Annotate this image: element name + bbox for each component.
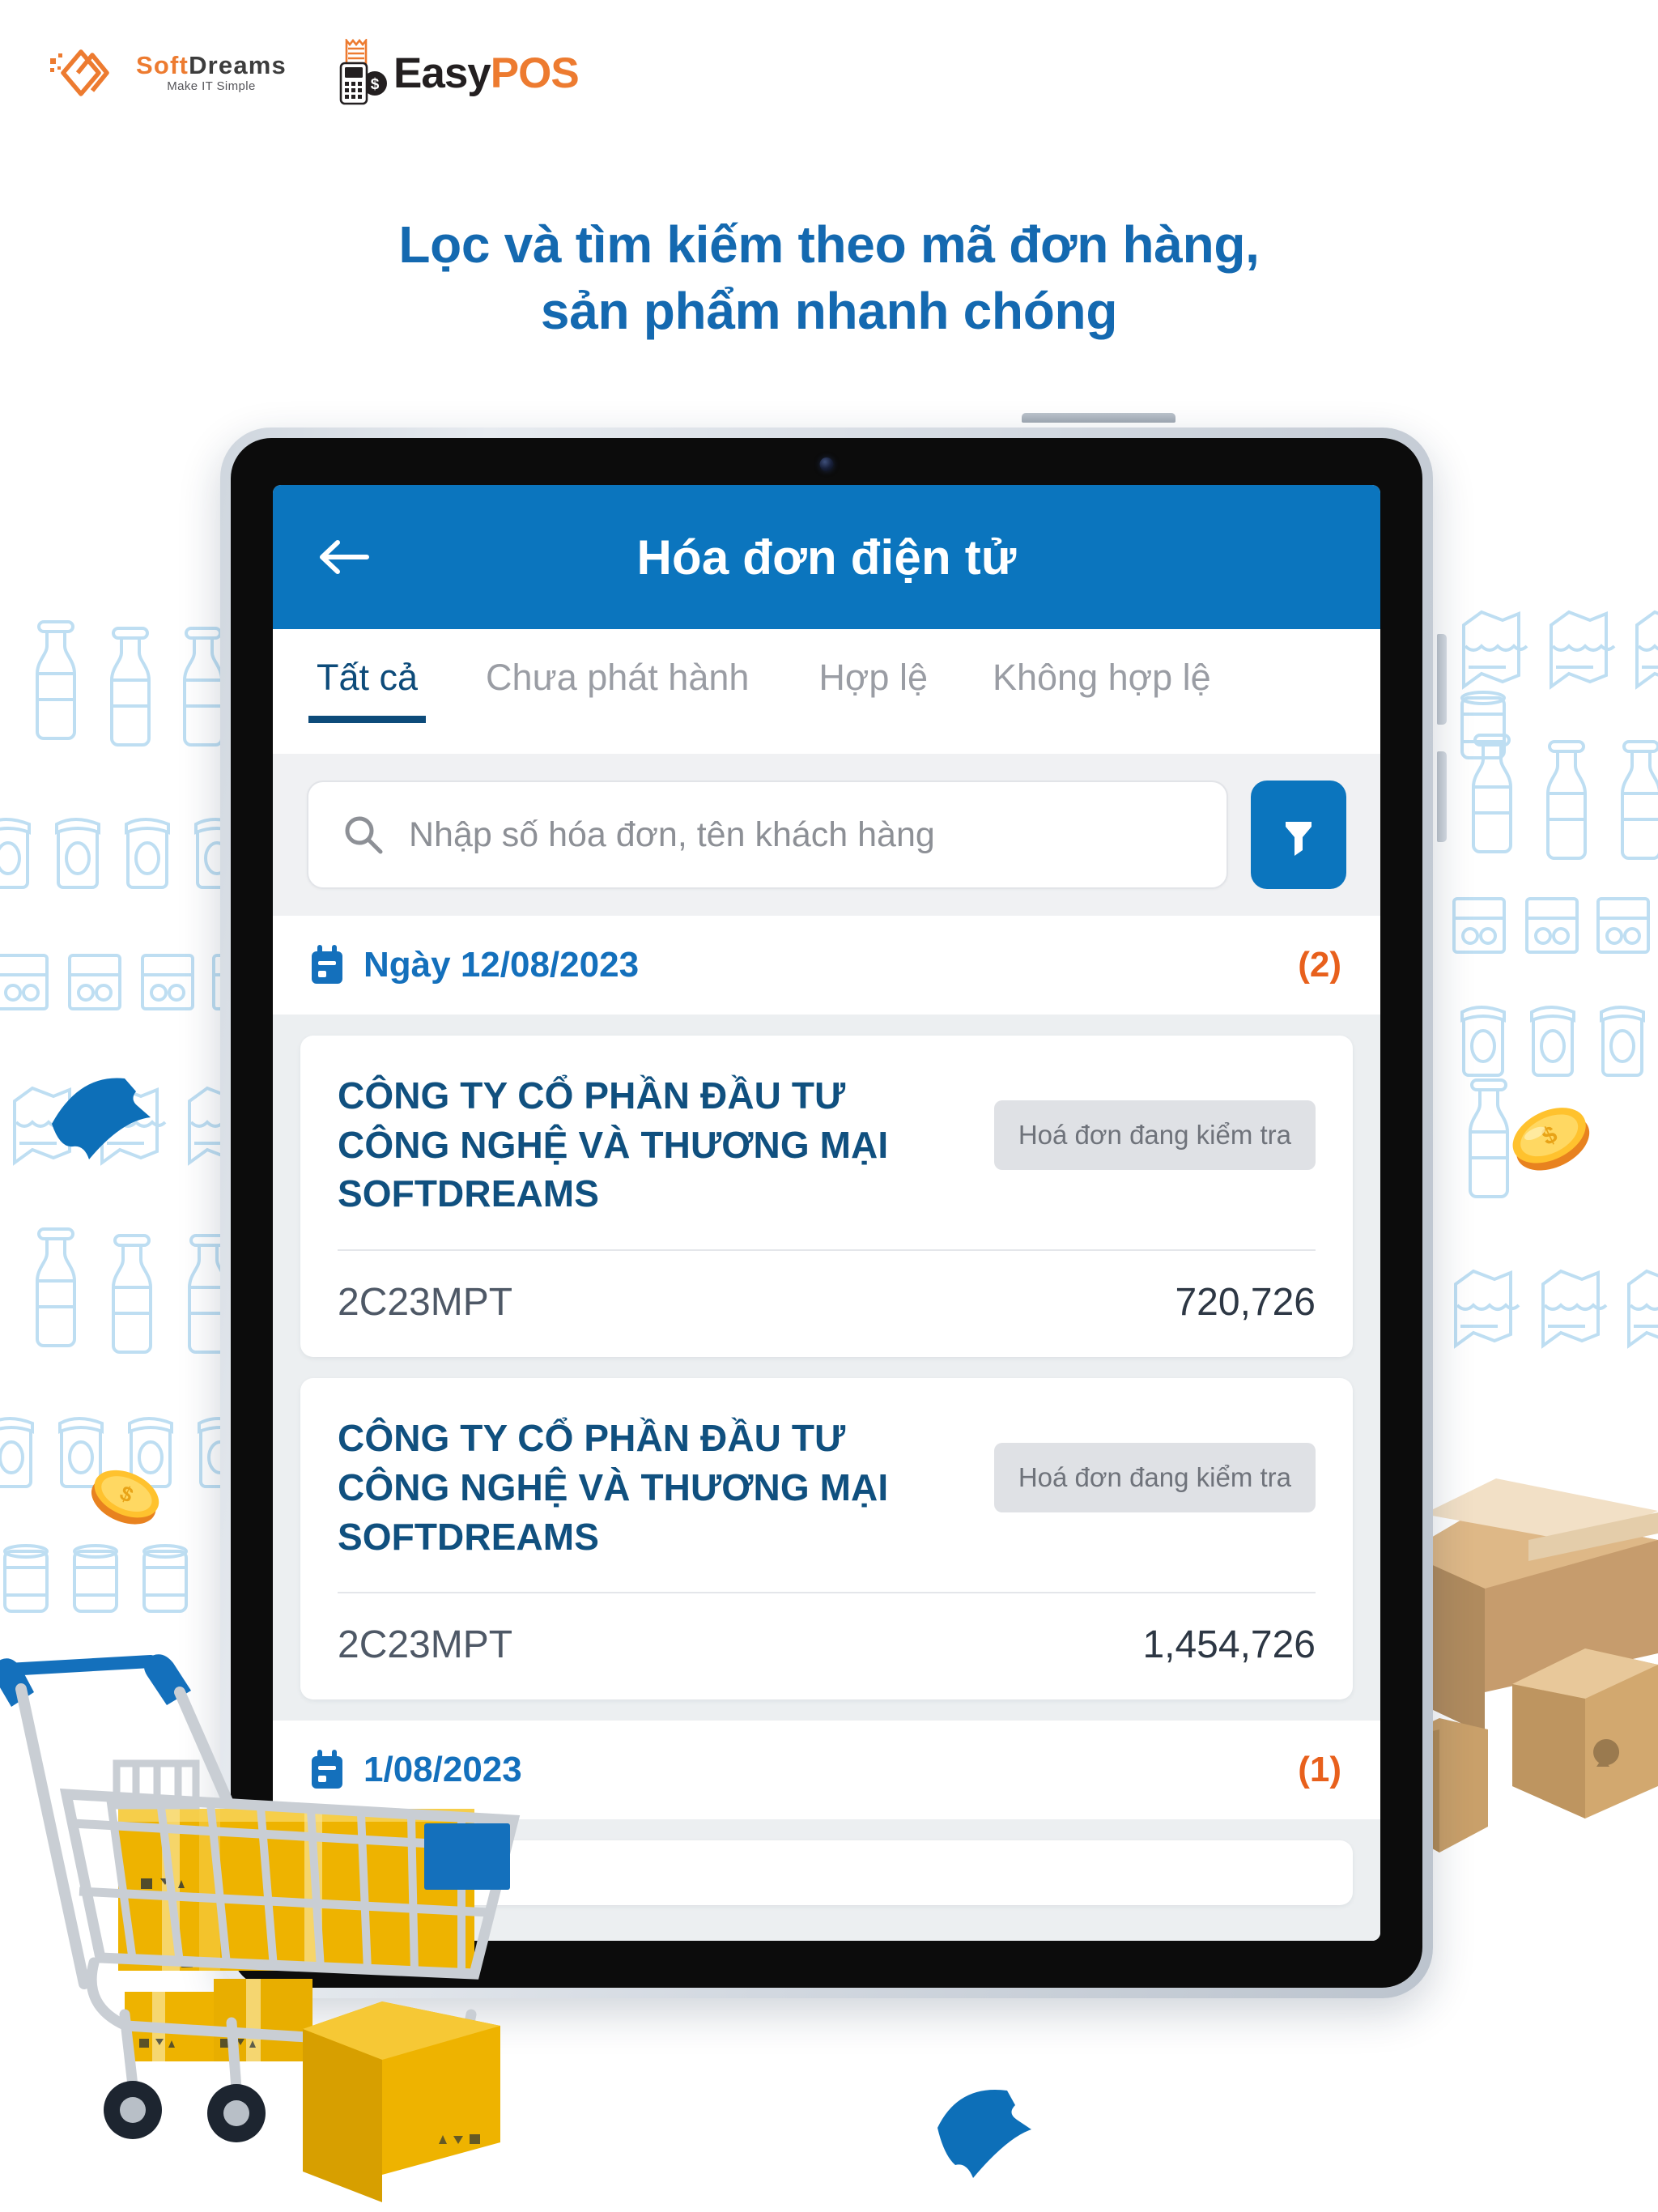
date-group-header: Ngày 12/08/2023 (2) [273,916,1380,1015]
softdreams-mark-icon [50,49,109,96]
search-icon [345,816,383,854]
svg-text:$: $ [371,76,380,93]
softdreams-soft-text: Soft [136,51,189,79]
easypos-logo: $ EasyPOS [337,39,580,107]
tab-bar: Tất cả Chưa phát hành Hợp lệ Không hợp l… [273,629,1380,754]
tab-chua-phat-hanh[interactable]: Chưa phát hành [486,657,749,723]
softdreams-tagline: Make IT Simple [167,79,256,93]
gold-coin-illustration: $ [91,1470,159,1525]
filter-button[interactable] [1251,781,1346,889]
volume-up-button[interactable] [1437,634,1447,725]
promo-page: SoftDreams Make IT Simple $ EasyPOS Lọc … [0,0,1658,2212]
status-badge: Hoá đơn đang kiểm tra [993,1100,1316,1170]
power-button[interactable] [1022,413,1175,423]
tab-hop-le[interactable]: Hợp lệ [818,657,928,723]
search-input[interactable] [409,815,1192,855]
customer-name: CÔNG TY CỔ PHẦN ĐẦU TƯ CÔNG NGHỆ VÀ THƯƠ… [338,1417,889,1558]
blue-receipt-ribbon-icon [937,2089,1031,2178]
invoice-code: 2C23MPT [338,1281,513,1325]
invoice-amount: 720,726 [1175,1281,1316,1325]
blue-receipt-ribbon-icon [52,1078,151,1159]
softdreams-logo: SoftDreams Make IT Simple [45,40,287,105]
easypos-pos-text: POS [490,49,580,97]
date-label: Ngày 12/08/2023 [363,945,640,985]
date-count-badge: (1) [1298,1750,1341,1790]
search-strip [273,754,1380,916]
customer-name: CÔNG TY CỔ PHẦN ĐẦU TƯ CÔNG NGHỆ VÀ THƯƠ… [338,1074,889,1215]
tab-tat-ca[interactable]: Tất cả [308,657,427,723]
page-title: Hóa đơn điện tử [636,530,1017,585]
front-camera-icon [819,457,834,471]
arrow-left-icon [320,540,369,574]
page-headline: Lọc và tìm kiếm theo mã đơn hàng, sản ph… [0,212,1658,345]
back-button[interactable] [313,527,373,587]
app-header: Hóa đơn điện tử [273,485,1380,629]
headline-line-1: Lọc và tìm kiếm theo mã đơn hàng, [398,215,1260,274]
search-box[interactable] [307,781,1228,889]
gold-coin-illustration: $ [1512,1108,1590,1171]
filter-funnel-icon [1286,822,1312,856]
volume-down-button[interactable] [1437,751,1447,842]
easypos-easy-text: Easy [393,49,491,97]
tab-khong-hop-le[interactable]: Không hợp lệ [993,657,1211,723]
calendar-icon [312,945,342,984]
status-badge: Hoá đơn đang kiểm tra [993,1443,1316,1513]
softdreams-dreams-text: Dreams [189,51,287,79]
invoice-card[interactable]: CÔNG TY CỔ PHẦN ĐẦU TƯ CÔNG NGHỆ VÀ THƯƠ… [300,1036,1353,1358]
headline-line-2: sản phẩm nhanh chóng [540,281,1118,340]
pos-terminal-icon: $ [339,39,387,105]
shopping-cart-illustration [0,1654,521,2202]
date-count-badge: (2) [1298,945,1341,985]
invoice-amount: 1,454,726 [1142,1623,1316,1667]
logo-bar: SoftDreams Make IT Simple $ EasyPOS [45,39,580,107]
